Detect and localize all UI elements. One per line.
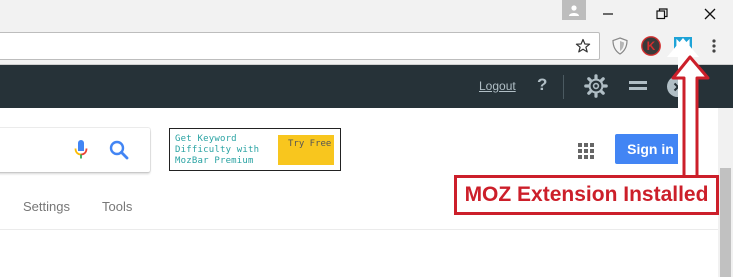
tab-settings[interactable]: Settings	[23, 199, 70, 214]
browser-toolbar: K	[0, 27, 733, 65]
shield-extension-button[interactable]	[609, 35, 631, 57]
mozbar-premium-ad: Get Keyword Difficulty with MozBar Premi…	[169, 128, 341, 171]
moz-m-icon	[674, 37, 692, 55]
k-extension-button[interactable]: K	[640, 35, 662, 57]
scrollbar-thumb[interactable]	[720, 168, 731, 277]
close-icon	[673, 82, 682, 91]
shield-icon	[612, 37, 628, 55]
k-badge-icon: K	[641, 36, 661, 56]
close-window-button[interactable]	[687, 0, 733, 27]
browser-titlebar	[0, 0, 733, 27]
mozbar: Logout ?	[0, 65, 733, 108]
results-divider	[0, 229, 718, 230]
minimize-window-button[interactable]	[585, 0, 631, 27]
person-icon	[569, 5, 579, 16]
kebab-menu-icon	[712, 39, 716, 53]
gear-icon	[584, 74, 608, 98]
close-icon	[704, 8, 716, 19]
mozbar-premium-ad-text: Get Keyword Difficulty with MozBar Premi…	[175, 134, 260, 166]
page-scrollbar[interactable]	[718, 108, 733, 277]
star-icon[interactable]	[573, 36, 593, 56]
mozbar-collapse-button[interactable]	[629, 81, 647, 90]
restore-icon	[656, 7, 668, 19]
try-free-button[interactable]: Try Free	[278, 135, 334, 165]
svg-text:K: K	[647, 39, 656, 53]
mozbar-settings-button[interactable]	[584, 74, 608, 98]
restore-window-button[interactable]	[639, 0, 685, 27]
profile-button[interactable]	[562, 0, 586, 20]
sign-in-button[interactable]: Sign in	[615, 134, 686, 164]
minimize-icon	[603, 12, 613, 15]
mozbar-separator	[563, 75, 564, 99]
browser-menu-button[interactable]	[706, 35, 722, 57]
mozbar-close-button[interactable]	[667, 76, 688, 97]
search-icon[interactable]	[108, 139, 130, 161]
google-search-box[interactable]	[0, 128, 150, 172]
apps-grid-icon[interactable]	[578, 143, 594, 159]
mozbar-logout-link[interactable]: Logout	[479, 79, 516, 93]
annotation-label: MOZ Extension Installed	[454, 175, 719, 215]
tab-tools[interactable]: Tools	[102, 199, 132, 214]
address-bar[interactable]	[0, 32, 600, 60]
mozbar-help-button[interactable]: ?	[537, 75, 547, 95]
microphone-icon[interactable]	[74, 139, 88, 161]
moz-extension-button[interactable]	[672, 35, 694, 57]
